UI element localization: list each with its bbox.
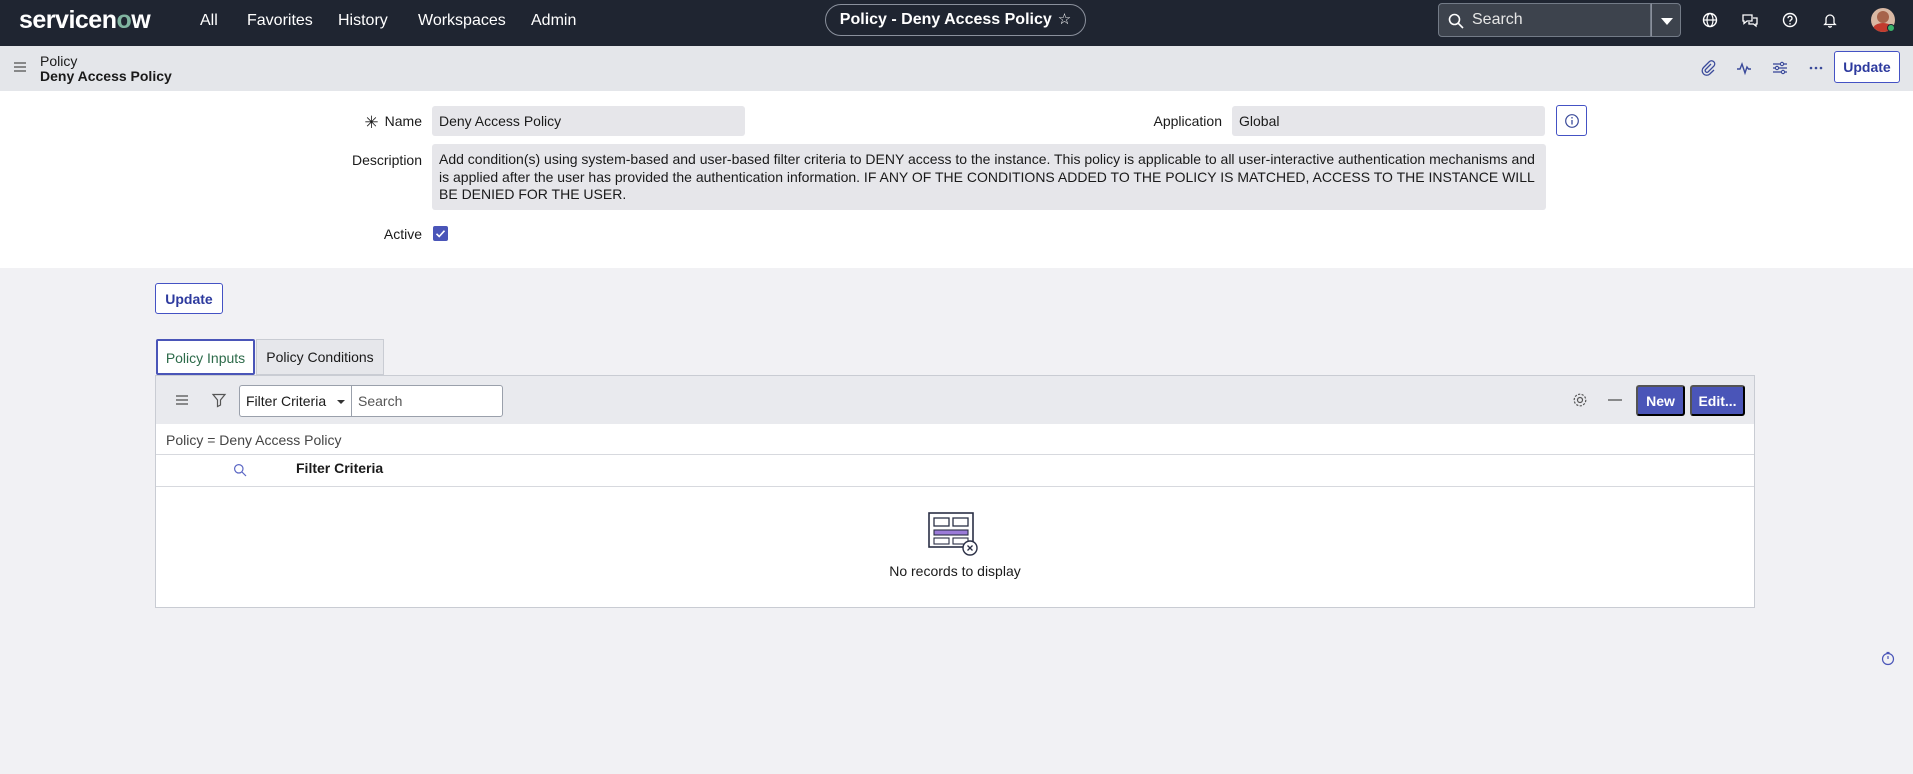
sliders-icon[interactable] <box>1770 58 1790 78</box>
nav-history[interactable]: History <box>338 10 388 32</box>
header-table-name: Policy <box>40 53 78 69</box>
nav-workspaces[interactable]: Workspaces <box>418 10 506 32</box>
info-icon <box>1565 114 1579 128</box>
edit-button[interactable]: Edit... <box>1690 385 1745 416</box>
related-list-panel: Filter Criteria Search New Edit... Polic… <box>155 375 1755 608</box>
name-field[interactable]: Deny Access Policy <box>432 106 745 136</box>
activity-icon[interactable] <box>1734 58 1754 78</box>
list-breadcrumb[interactable]: Policy = Deny Access Policy <box>166 432 341 448</box>
active-checkbox[interactable] <box>433 226 448 241</box>
checkmark-icon <box>435 230 446 238</box>
star-icon[interactable]: ☆ <box>1058 11 1071 28</box>
form-header-bar: Policy Deny Access Policy Update <box>0 46 1913 91</box>
application-label: Application <box>1153 113 1223 129</box>
hamburger-menu-icon[interactable] <box>14 62 26 72</box>
search-icon <box>1448 13 1464 29</box>
header-record-name: Deny Access Policy <box>40 68 172 84</box>
nav-admin[interactable]: Admin <box>531 10 576 32</box>
form-update-button[interactable]: Update <box>155 283 223 314</box>
chat-icon[interactable] <box>1740 10 1760 30</box>
global-search-placeholder: Search <box>1472 11 1523 28</box>
tab-policy-inputs[interactable]: Policy Inputs <box>156 339 255 375</box>
filter-field-select[interactable]: Filter Criteria <box>239 385 351 417</box>
empty-message: No records to display <box>889 563 1021 579</box>
collapse-icon[interactable] <box>1608 399 1622 401</box>
help-icon[interactable] <box>1780 10 1800 30</box>
header-update-button[interactable]: Update <box>1834 51 1900 83</box>
list-toolbar: Filter Criteria Search New Edit... <box>156 376 1754 424</box>
record-title: Policy - Deny Access Policy <box>839 11 1052 28</box>
divider <box>156 454 1754 455</box>
application-field[interactable]: Global <box>1232 106 1545 136</box>
empty-records-icon <box>928 512 978 556</box>
application-info-button[interactable] <box>1556 105 1587 136</box>
active-label: Active <box>383 226 422 242</box>
name-label: ✳ Name <box>364 113 422 132</box>
chevron-down-icon <box>337 400 345 404</box>
search-scope-dropdown[interactable] <box>1651 3 1681 37</box>
nav-all[interactable]: All <box>200 10 218 32</box>
required-icon: ✳ <box>364 113 379 132</box>
filter-field-value: Filter Criteria <box>246 393 327 409</box>
more-options-icon[interactable] <box>1806 58 1826 78</box>
column-header-filter-criteria[interactable]: Filter Criteria <box>296 460 383 476</box>
global-search-input[interactable]: Search <box>1438 3 1651 37</box>
presence-indicator <box>1887 24 1895 32</box>
column-search-icon[interactable] <box>233 463 247 477</box>
description-label: Description <box>351 152 422 168</box>
paperclip-icon[interactable] <box>1698 58 1718 78</box>
filter-icon[interactable] <box>211 392 227 408</box>
list-menu-icon[interactable] <box>176 395 188 405</box>
record-title-pill[interactable]: Policy - Deny Access Policy ☆ <box>825 4 1086 36</box>
gear-icon[interactable] <box>1572 392 1588 408</box>
top-navigation: servicenow All Favorites History Workspa… <box>0 0 1913 46</box>
globe-icon[interactable] <box>1700 10 1720 30</box>
divider <box>156 486 1754 487</box>
bell-icon[interactable] <box>1820 10 1840 30</box>
new-button[interactable]: New <box>1636 385 1685 416</box>
tab-policy-conditions[interactable]: Policy Conditions <box>256 339 384 375</box>
nav-favorites[interactable]: Favorites <box>247 10 313 32</box>
list-search-input[interactable]: Search <box>351 385 503 417</box>
servicenow-logo[interactable]: servicenow <box>19 6 151 35</box>
response-time-icon[interactable] <box>1880 650 1896 666</box>
description-field[interactable]: Add condition(s) using system-based and … <box>432 144 1546 210</box>
